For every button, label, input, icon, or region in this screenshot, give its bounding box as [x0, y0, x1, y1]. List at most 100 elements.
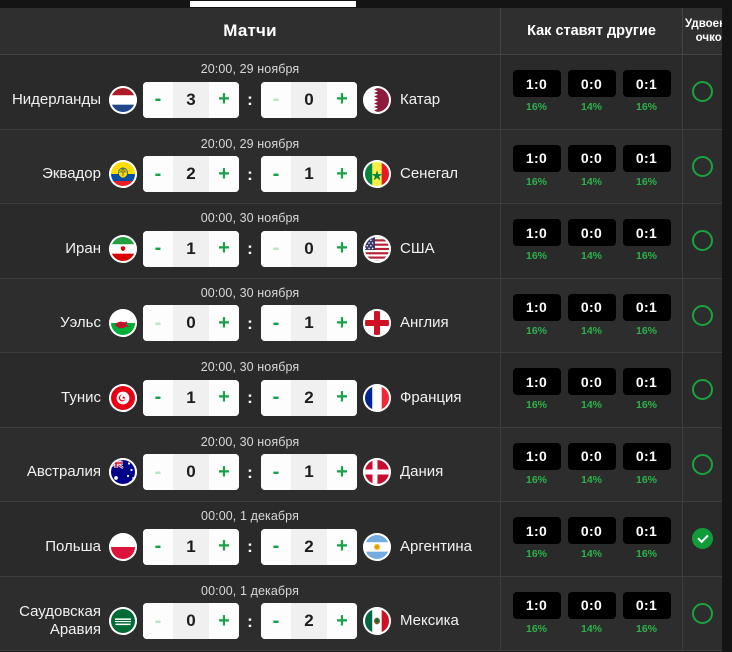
popular-score-label[interactable]: 1:0 — [512, 293, 561, 321]
home-score-decrement-button[interactable]: - — [143, 156, 173, 193]
popular-score-option[interactable]: 0:0 14% — [567, 219, 616, 262]
popular-score-label[interactable]: 0:1 — [622, 368, 671, 396]
double-points-toggle[interactable] — [692, 155, 713, 177]
away-score-stepper: -1 + — [261, 156, 357, 193]
popular-score-option[interactable]: 1:0 16% — [512, 144, 561, 188]
popular-score-option[interactable]: 0:1 16% — [622, 442, 671, 486]
popular-score-label[interactable]: 0:0 — [567, 517, 616, 545]
away-score-increment-button[interactable]: + — [327, 81, 357, 118]
popular-score-option[interactable]: 1:0 16% — [512, 517, 561, 560]
popular-score-label[interactable]: 0:1 — [622, 219, 671, 247]
popular-score-label[interactable]: 0:1 — [622, 70, 671, 98]
home-score-decrement-button[interactable]: - — [143, 528, 173, 565]
popular-score-label[interactable]: 0:0 — [567, 70, 616, 98]
popular-score-option[interactable]: 0:1 16% — [622, 368, 671, 412]
match-time: 00:00, 1 декабря — [201, 583, 299, 598]
popular-score-label[interactable]: 0:1 — [622, 293, 671, 321]
popular-score-label[interactable]: 0:0 — [567, 591, 616, 619]
popular-score-option[interactable]: 0:0 14% — [567, 368, 616, 411]
popular-score-label[interactable]: 0:1 — [622, 442, 671, 470]
popular-score-option[interactable]: 0:1 16% — [622, 293, 671, 337]
popular-score-label[interactable]: 1:0 — [512, 219, 561, 247]
popular-score-option[interactable]: 0:0 14% — [567, 70, 616, 113]
popular-score-option[interactable]: 0:1 16% — [622, 70, 671, 114]
popular-score-option[interactable]: 0:0 14% — [567, 517, 616, 560]
double-points-toggle[interactable] — [692, 453, 713, 475]
popular-score-label[interactable]: 1:0 — [512, 591, 561, 619]
away-score-decrement-button[interactable]: - — [261, 156, 291, 193]
match-cell: 20:00, 29 ноября Эквадор -2 +: -1 + Сенегал — [0, 130, 500, 204]
popular-score-option[interactable]: 0:0 14% — [567, 442, 616, 486]
home-score-increment-button[interactable]: + — [209, 454, 239, 491]
away-score-value: 2 — [291, 603, 327, 640]
home-team-name: Иран — [65, 239, 101, 257]
away-score-increment-button[interactable]: + — [327, 379, 357, 416]
popular-score-option[interactable]: 1:0 16% — [512, 442, 561, 486]
popular-score-percent: 16% — [525, 101, 547, 114]
double-points-toggle[interactable] — [692, 230, 713, 252]
home-score-increment-button[interactable]: + — [209, 528, 239, 565]
match-row: 00:00, 1 декабря Саудовская Аравия -0 +: -2 +… — [0, 576, 722, 651]
popular-score-percent: 14% — [580, 175, 602, 188]
popular-score-label[interactable]: 0:1 — [622, 144, 671, 172]
popular-score-percent: 16% — [635, 399, 657, 412]
double-points-toggle[interactable] — [692, 379, 713, 401]
matches-panel: Матчи Как ставят другие Удвоение очков 2… — [0, 7, 732, 651]
home-score-increment-button[interactable]: + — [209, 81, 239, 118]
away-score-increment-button[interactable]: + — [327, 156, 357, 193]
away-score-increment-button[interactable]: + — [327, 230, 357, 267]
away-score-increment-button[interactable]: + — [327, 454, 357, 491]
popular-score-label[interactable]: 0:0 — [567, 219, 616, 247]
away-score-decrement-button[interactable]: - — [261, 528, 291, 565]
away-score-decrement-button[interactable]: - — [261, 305, 291, 342]
popular-score-label[interactable]: 0:0 — [567, 442, 616, 470]
popular-score-option[interactable]: 1:0 16% — [512, 368, 561, 411]
away-score-decrement-button[interactable]: - — [261, 454, 291, 491]
popular-score-label[interactable]: 1:0 — [512, 442, 561, 470]
popular-score-label[interactable]: 0:0 — [567, 144, 616, 172]
popular-score-option[interactable]: 0:0 14% — [567, 144, 616, 188]
away-score-increment-button[interactable]: + — [327, 305, 357, 342]
popular-score-option[interactable]: 1:0 16% — [512, 70, 561, 114]
popular-score-percent: 16% — [635, 101, 657, 114]
active-tab-indicator[interactable] — [190, 1, 356, 7]
home-score-decrement-button[interactable]: - — [143, 379, 173, 416]
home-score-increment-button[interactable]: + — [209, 305, 239, 342]
popular-score-option[interactable]: 0:1 16% — [622, 144, 671, 188]
match-row: 20:00, 29 ноября Эквадор -2 +: -1 + Сенегал 1:0… — [0, 129, 722, 204]
popular-score-option[interactable]: 1:0 16% — [512, 219, 561, 262]
double-points-cell — [682, 427, 722, 501]
popular-score-option[interactable]: 0:0 14% — [567, 293, 616, 337]
popular-score-option[interactable]: 0:0 14% — [567, 591, 616, 635]
away-score-increment-button[interactable]: + — [327, 528, 357, 565]
popular-score-label[interactable]: 0:1 — [622, 517, 671, 545]
home-score-increment-button[interactable]: + — [209, 230, 239, 267]
away-score-decrement-button[interactable]: - — [261, 603, 291, 640]
popular-score-option[interactable]: 1:0 16% — [512, 293, 561, 337]
double-points-toggle[interactable] — [692, 602, 713, 624]
popular-score-label[interactable]: 0:0 — [567, 368, 616, 396]
match-time: 20:00, 30 ноября — [200, 360, 300, 374]
popular-score-option[interactable]: 1:0 16% — [512, 591, 561, 635]
home-score-decrement-button[interactable]: - — [143, 81, 173, 118]
double-points-toggle[interactable] — [692, 304, 713, 326]
home-score-decrement-button[interactable]: - — [143, 230, 173, 267]
popular-score-option[interactable]: 0:1 16% — [622, 219, 671, 262]
away-score-increment-button[interactable]: + — [327, 603, 357, 640]
popular-score-label[interactable]: 0:1 — [622, 591, 671, 619]
away-score-decrement-button[interactable]: - — [261, 379, 291, 416]
popular-score-label[interactable]: 1:0 — [512, 144, 561, 172]
double-points-toggle[interactable] — [692, 81, 713, 103]
popular-score-label[interactable]: 1:0 — [512, 70, 561, 98]
home-score-increment-button[interactable]: + — [209, 156, 239, 193]
popular-score-label[interactable]: 1:0 — [512, 368, 561, 396]
popular-score-label[interactable]: 1:0 — [512, 517, 561, 545]
double-points-checked-icon[interactable] — [692, 528, 713, 550]
popular-score-label[interactable]: 0:0 — [567, 293, 616, 321]
match-line: Эквадор -2 +: -1 + Сенегал — [5, 156, 495, 193]
home-score-increment-button[interactable]: + — [209, 379, 239, 416]
popular-score-option[interactable]: 0:1 16% — [622, 591, 671, 635]
popular-score-option[interactable]: 0:1 16% — [622, 517, 671, 560]
match-line: Уэльс -0 +: -1 + Англия — [5, 305, 495, 342]
home-score-increment-button[interactable]: + — [209, 603, 239, 640]
